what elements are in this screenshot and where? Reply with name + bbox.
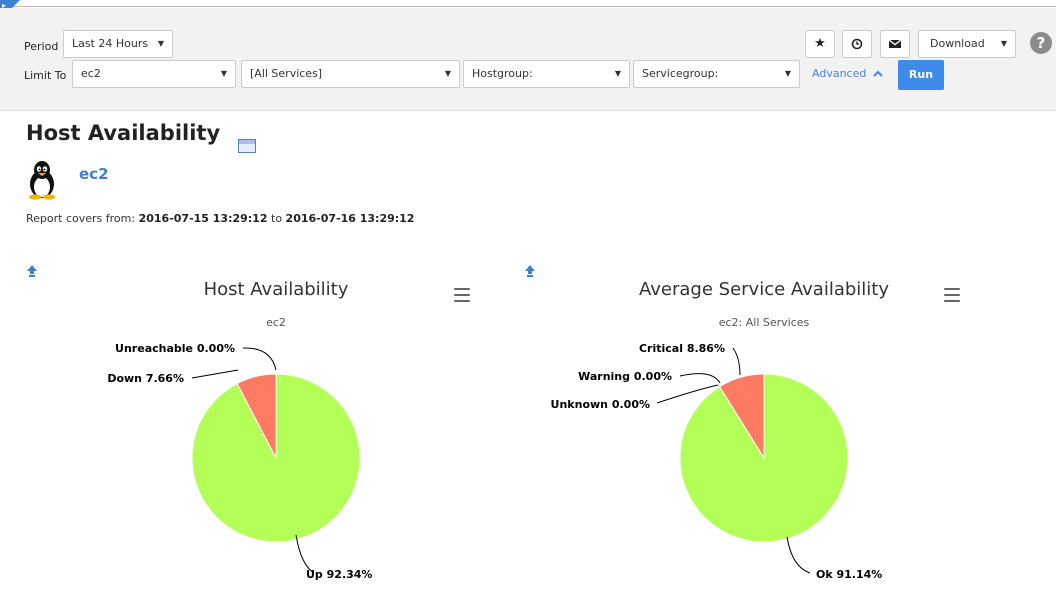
- host-link[interactable]: ec2: [79, 165, 109, 183]
- services-select-value: [All Services]: [250, 67, 323, 80]
- report-settings-icon[interactable]: [238, 139, 256, 153]
- help-icon[interactable]: ?: [1030, 32, 1052, 54]
- download-button[interactable]: Download ▼: [918, 30, 1016, 58]
- servicegroup-select[interactable]: Servicegroup: ▼: [633, 60, 800, 88]
- chevron-down-icon: ▼: [614, 69, 621, 78]
- host-availability-chart: Host Availability ec2 Up 92.34% Down 7.66…: [26, 265, 526, 595]
- period-value: Last 24 Hours: [72, 37, 149, 50]
- pie-svg: Up 92.34% Down 7.66% Unreachable 0.00%: [107, 342, 372, 581]
- covers-to: 2016-07-16 13:29:12: [285, 212, 415, 225]
- data-label-warning: Warning 0.00%: [578, 370, 672, 383]
- covers-prefix: Report covers from:: [26, 212, 136, 225]
- run-button[interactable]: Run: [898, 60, 944, 90]
- data-label-unknown: Unknown 0.00%: [551, 398, 650, 411]
- data-label-ok: Ok 91.14%: [816, 568, 882, 581]
- download-label: Download: [930, 37, 985, 50]
- advanced-label: Advanced: [812, 67, 867, 80]
- data-label-up: Up 92.34%: [306, 568, 372, 581]
- period-label: Period: [24, 40, 59, 53]
- chevron-down-icon: ▼: [784, 69, 791, 78]
- data-label-down: Down 7.66%: [107, 372, 184, 385]
- top-border: [0, 0, 1056, 7]
- advanced-toggle[interactable]: Advanced: [812, 67, 883, 80]
- linux-tux-icon: [29, 161, 55, 200]
- hostgroup-select[interactable]: Hostgroup: ▼: [463, 60, 630, 88]
- report-toolbar: Period Last 24 Hours ▼ Limit To ec2 ▼ [A…: [0, 8, 1056, 111]
- covers-from: 2016-07-15 13:29:12: [138, 212, 268, 225]
- label-connector-critical: [732, 347, 741, 376]
- envelope-icon[interactable]: [880, 30, 910, 58]
- chevron-down-icon: ▼: [157, 39, 164, 48]
- period-select[interactable]: Last 24 Hours ▼: [63, 30, 173, 58]
- chevron-down-icon: ▼: [220, 69, 227, 78]
- page-title: Host Availability: [26, 121, 221, 145]
- data-label-unreachable: Unreachable 0.00%: [115, 342, 235, 355]
- chevron-up-icon: [873, 70, 883, 77]
- data-label-critical: Critical 8.86%: [639, 342, 725, 355]
- covers-to-word: to: [271, 212, 283, 225]
- limit-to-label: Limit To: [24, 69, 67, 82]
- service-availability-chart: Average Service Availability ec2: All Se…: [514, 265, 1014, 595]
- services-select[interactable]: [All Services] ▼: [241, 60, 460, 88]
- chevron-down-icon: ▼: [444, 69, 451, 78]
- chevron-down-icon: ▼: [1000, 39, 1007, 48]
- label-connector-unreachable: [242, 347, 277, 371]
- label-connector-warning: [679, 373, 721, 384]
- host-select-value: ec2: [81, 67, 101, 80]
- star-icon[interactable]: ★: [805, 30, 835, 58]
- report-covers: Report covers from: 2016-07-15 13:29:12 …: [26, 212, 414, 225]
- host-select[interactable]: ec2 ▼: [72, 60, 236, 88]
- servicegroup-select-value: Servicegroup:: [642, 67, 719, 80]
- label-connector-ok: [786, 536, 811, 574]
- hostgroup-select-value: Hostgroup:: [472, 67, 533, 80]
- clock-icon[interactable]: [842, 30, 872, 58]
- pie-svg: Ok 91.14% Critical 8.86% Warning 0.00% Unkn…: [551, 342, 883, 581]
- label-connector-down: [191, 369, 239, 379]
